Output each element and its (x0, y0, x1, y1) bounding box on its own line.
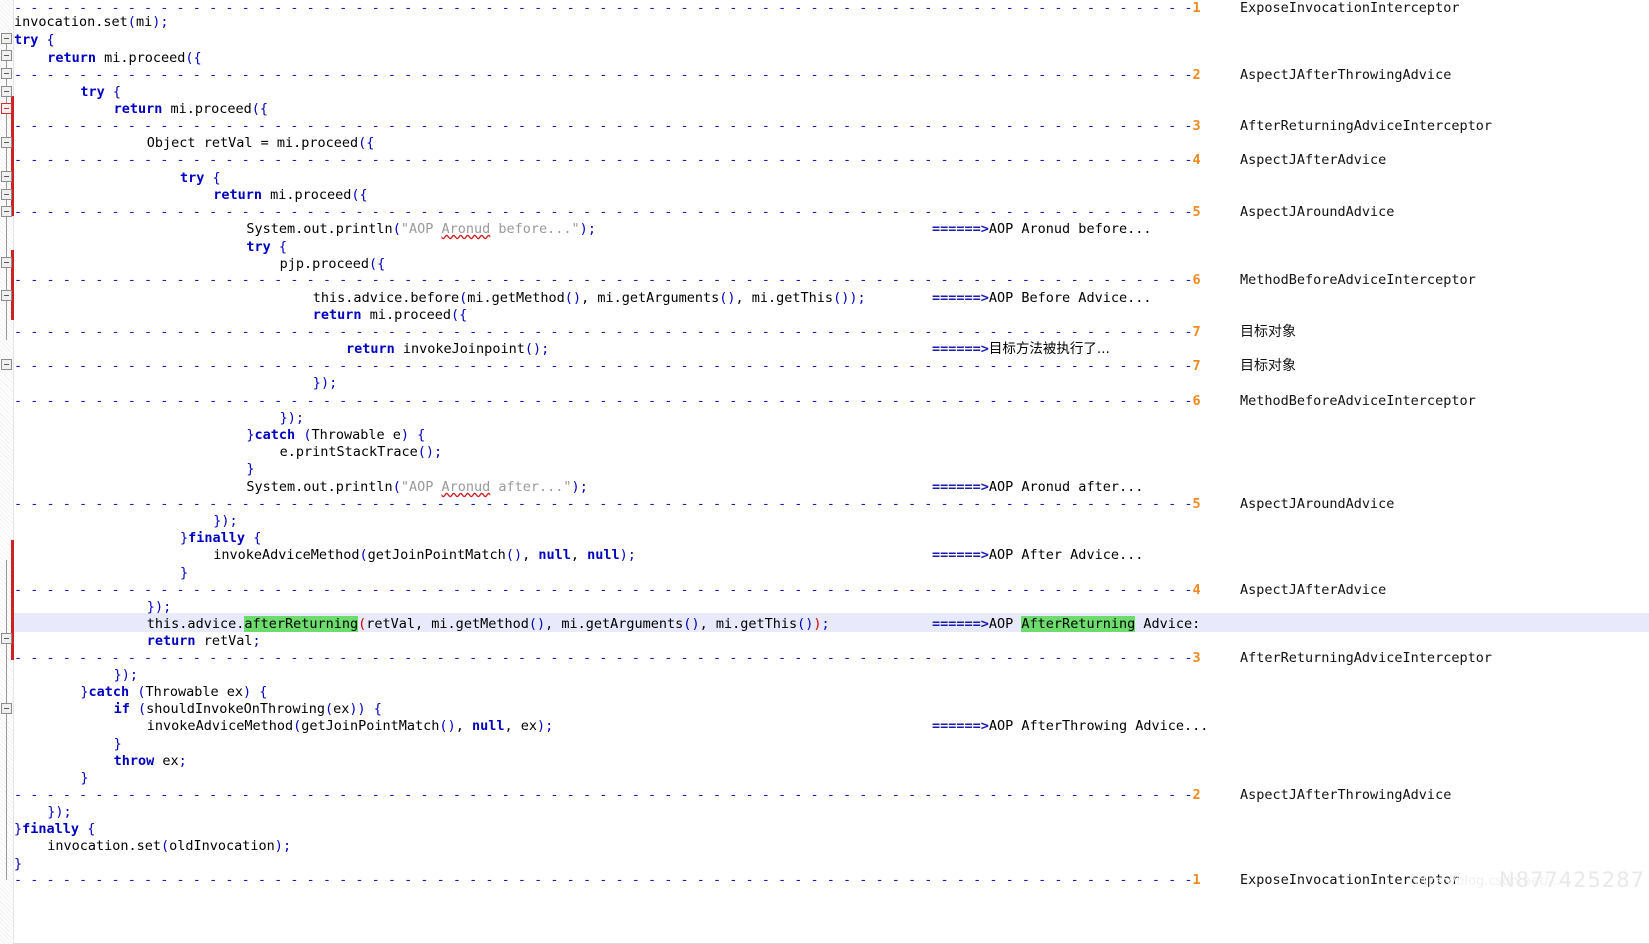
code-line[interactable]: }finally { (180, 530, 261, 547)
interceptor-annotation: ExposeInvocationInterceptor (1240, 872, 1460, 888)
code-line[interactable]: invocation.set(oldInvocation); (47, 838, 291, 855)
code-line[interactable]: try { (14, 32, 55, 49)
code-line[interactable]: }); (280, 410, 304, 427)
code-line[interactable]: System.out.println("AOP Aronud after..."… (246, 479, 587, 496)
code-line[interactable]: }); (147, 599, 171, 616)
console-output-line: ======>AOP Aronud after... (932, 479, 1144, 495)
interceptor-annotation: AspectJAroundAdvice (1240, 496, 1395, 512)
code-line[interactable]: }finally { (14, 821, 95, 838)
console-output-line: ======>AOP AfterThrowing Advice... (932, 718, 1209, 734)
code-line[interactable]: } (114, 736, 122, 753)
code-line[interactable]: }); (114, 667, 138, 684)
code-line[interactable]: try { (80, 84, 121, 101)
interceptor-annotation: AspectJAfterThrowingAdvice (1240, 787, 1452, 803)
code-line[interactable]: }); (213, 513, 237, 530)
interceptor-annotation: 目标对象 (1240, 358, 1296, 374)
code-line[interactable]: this.advice.before(mi.getMethod(), mi.ge… (313, 290, 866, 307)
interceptor-annotation: AfterReturningAdviceInterceptor (1240, 118, 1492, 134)
code-line[interactable]: this.advice.afterReturning(retVal, mi.ge… (147, 616, 830, 633)
code-line[interactable]: e.printStackTrace(); (280, 444, 443, 461)
console-output-line: ======>AOP After Advice... (932, 547, 1144, 563)
interceptor-annotation: MethodBeforeAdviceInterceptor (1240, 393, 1476, 409)
code-line[interactable]: return mi.proceed({ (114, 101, 268, 118)
code-line[interactable]: }catch (Throwable e) { (246, 427, 425, 444)
interceptor-annotation: AspectJAfterAdvice (1240, 152, 1387, 168)
code-line[interactable]: pjp.proceed({ (280, 256, 386, 273)
interceptor-annotation: AspectJAroundAdvice (1240, 204, 1395, 220)
console-output-line: ======>目标方法被执行了... (932, 341, 1110, 357)
interceptor-annotation: MethodBeforeAdviceInterceptor (1240, 272, 1476, 288)
code-line[interactable]: return mi.proceed({ (47, 50, 201, 67)
code-line[interactable]: Object retVal = mi.proceed({ (147, 135, 375, 152)
console-output-line: ======>AOP AfterReturning Advice: (932, 616, 1201, 632)
code-line[interactable]: if (shouldInvokeOnThrowing(ex)) { (114, 701, 382, 718)
code-line[interactable]: return retVal; (147, 633, 261, 650)
code-line[interactable]: }); (47, 804, 71, 821)
code-line[interactable]: throw ex; (114, 753, 187, 770)
code-line[interactable]: try { (246, 239, 287, 256)
code-line[interactable]: try { (180, 170, 221, 187)
code-line[interactable]: invocation.set(mi); (14, 14, 168, 31)
interceptor-annotation: 目标对象 (1240, 324, 1296, 340)
code-line[interactable]: }catch (Throwable ex) { (80, 684, 267, 701)
code-line[interactable]: } (180, 565, 188, 582)
code-editor-screenshot: - - - - - - - - - - - - - - - - - - - - … (0, 0, 1649, 944)
interceptor-annotation: AspectJAfterThrowingAdvice (1240, 67, 1452, 83)
code-line[interactable]: }); (313, 375, 337, 392)
console-output-line: ======>AOP Aronud before... (932, 221, 1152, 237)
code-line[interactable]: System.out.println("AOP Aronud before...… (246, 221, 596, 238)
code-line[interactable]: } (80, 770, 88, 787)
code-line[interactable]: return mi.proceed({ (213, 187, 367, 204)
code-line[interactable]: invokeAdviceMethod(getJoinPointMatch(), … (213, 547, 636, 564)
code-line[interactable]: } (246, 461, 254, 478)
interceptor-annotation: ExposeInvocationInterceptor (1240, 0, 1460, 16)
interceptor-annotation: AfterReturningAdviceInterceptor (1240, 650, 1492, 666)
code-line[interactable]: return mi.proceed({ (313, 307, 467, 324)
code-line[interactable]: } (14, 856, 22, 873)
console-output-line: ======>AOP Before Advice... (932, 290, 1152, 306)
code-line[interactable]: invokeAdviceMethod(getJoinPointMatch(), … (147, 718, 553, 735)
interceptor-annotation: AspectJAfterAdvice (1240, 582, 1387, 598)
code-line[interactable]: return invokeJoinpoint(); (346, 341, 549, 358)
